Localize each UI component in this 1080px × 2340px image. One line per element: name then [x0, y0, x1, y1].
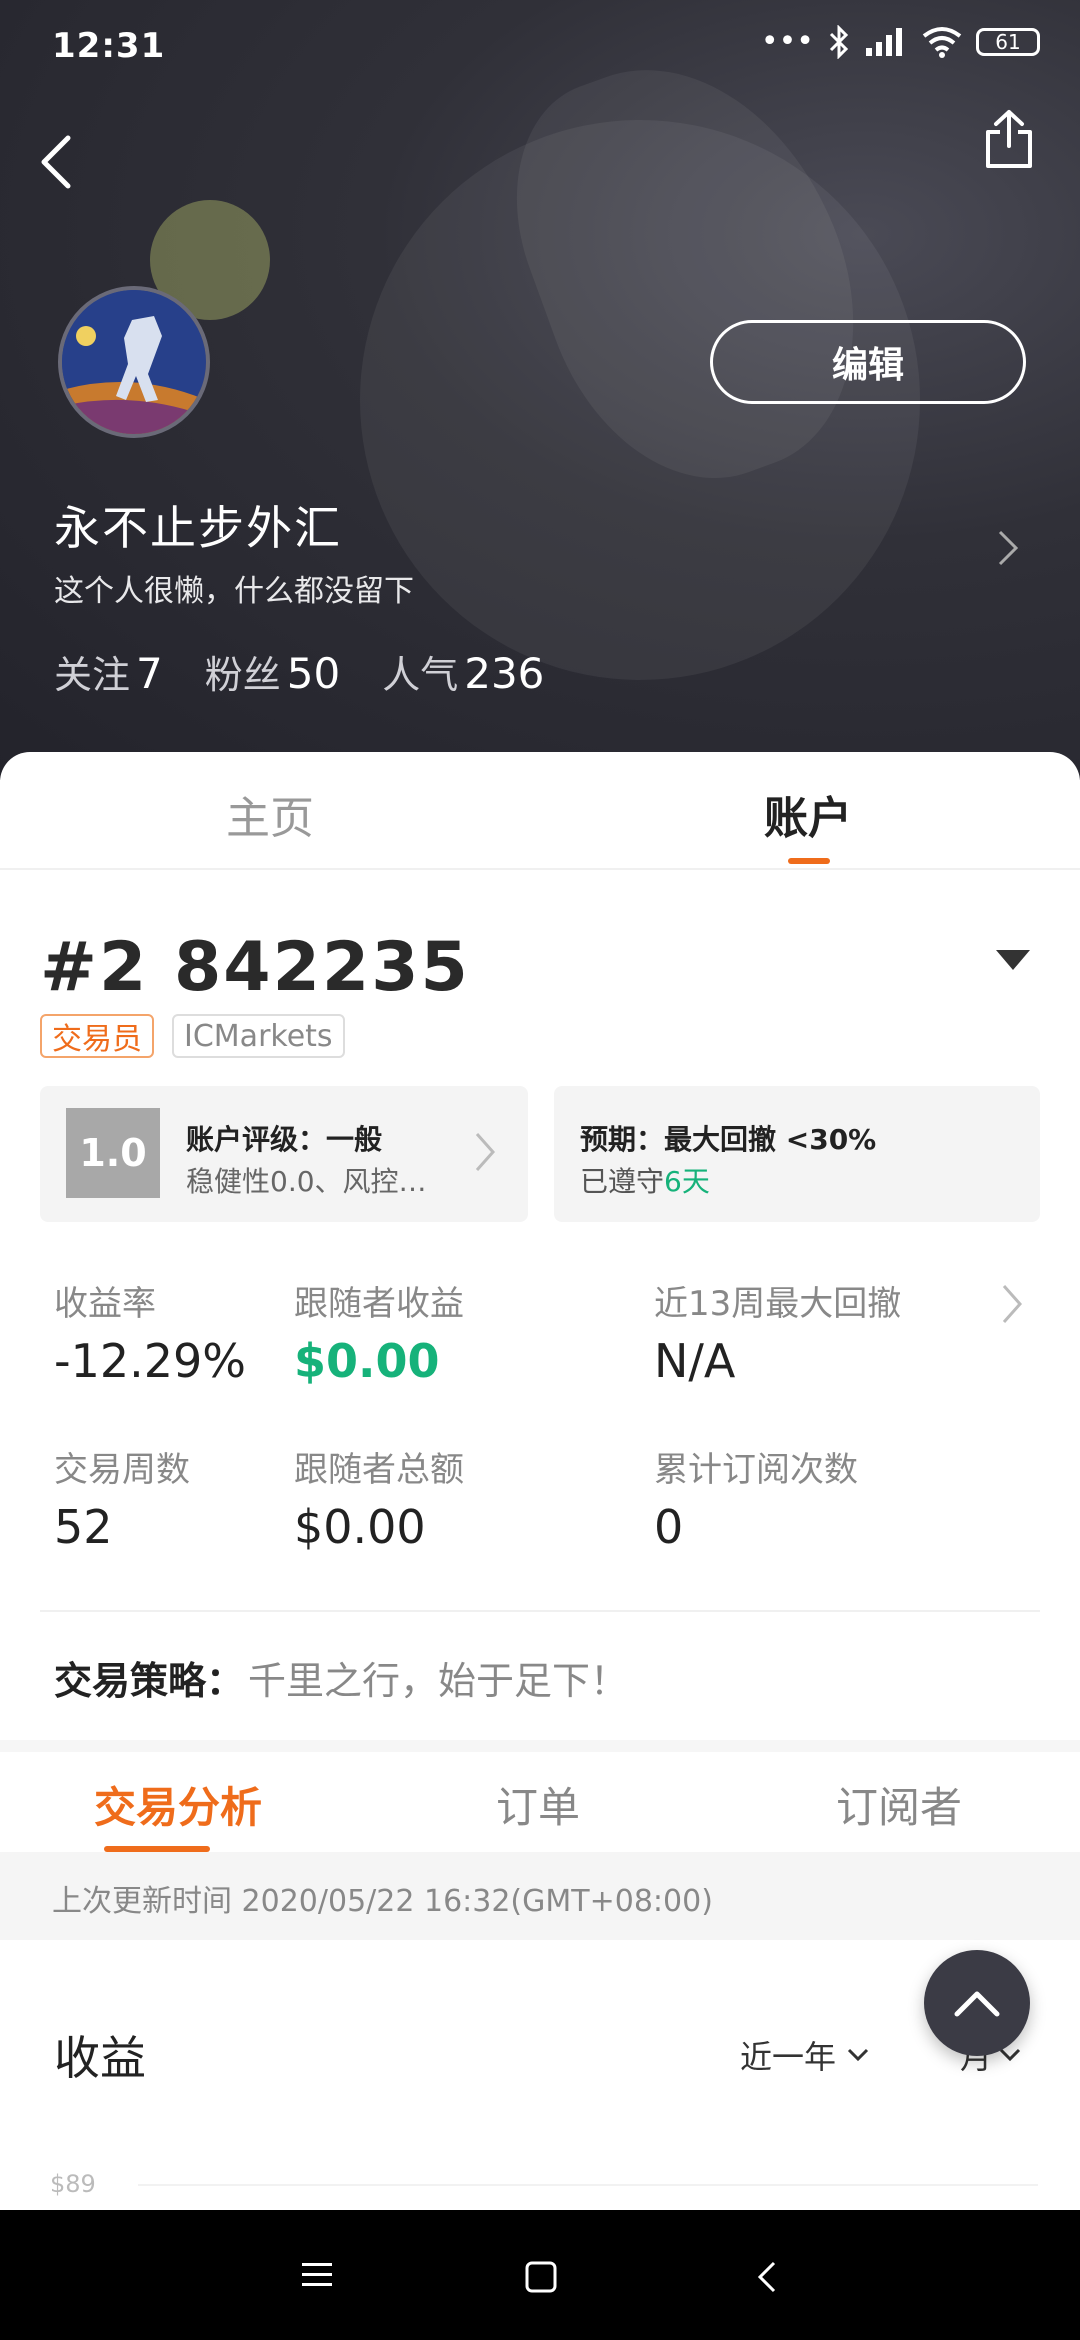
- metric-label-trading-weeks: 交易周数: [54, 1450, 190, 1490]
- chart-y-tick: $89: [50, 2170, 96, 2198]
- stat-label: 关注: [54, 653, 131, 697]
- chevron-down-icon: [847, 2048, 869, 2062]
- metric-value-trading-weeks: 52: [54, 1500, 113, 1554]
- nav-home-button[interactable]: [524, 2260, 558, 2298]
- profile-stats: 关注 7 粉丝 50 人气 236: [54, 644, 544, 699]
- profile-detail-chevron-icon[interactable]: [996, 528, 1020, 572]
- share-button[interactable]: [982, 108, 1036, 174]
- rating-title: 账户评级：一般: [186, 1123, 383, 1156]
- stat-followers[interactable]: 粉丝 50: [205, 644, 340, 699]
- expectation-status: 已遵守6天: [580, 1160, 710, 1200]
- period-selector[interactable]: 近一年: [740, 2032, 870, 2078]
- strategy-value: 千里之行，始于足下！: [248, 1659, 629, 1703]
- bluetooth-icon: [829, 24, 849, 59]
- scroll-to-top-button[interactable]: [924, 1950, 1030, 2056]
- signal-icon: [866, 27, 902, 56]
- rating-score: 1.0: [66, 1108, 160, 1198]
- main-tab-bar: 主页 账户: [0, 752, 1080, 870]
- rating-detail: 稳健性0.0、风控…: [186, 1165, 427, 1198]
- avatar[interactable]: [58, 286, 210, 438]
- metric-value-follower-profit: $0.00: [294, 1334, 440, 1388]
- metric-label-follower-total: 跟随者总额: [294, 1450, 464, 1490]
- metric-value-subscriptions: 0: [654, 1500, 684, 1554]
- nav-back-button[interactable]: [756, 2260, 778, 2298]
- expectation-prefix: 已遵守: [580, 1165, 665, 1198]
- stat-value: 50: [286, 649, 341, 698]
- section-separator: [0, 1740, 1080, 1752]
- tab-subscribers[interactable]: 订阅者: [836, 1774, 962, 1835]
- stat-label: 人气: [382, 653, 459, 697]
- divider: [40, 1610, 1040, 1612]
- content-card: 主页 账户 #2 842235 交易员 ICMarkets 1.0 账户评级：一…: [0, 752, 1080, 2212]
- earnings-title: 收益: [54, 2031, 146, 2085]
- metrics-chevron-right-icon[interactable]: [1000, 1282, 1024, 1330]
- account-dropdown-icon[interactable]: [996, 950, 1030, 970]
- stat-value: 236: [464, 649, 545, 698]
- metric-label-follower-profit: 跟随者收益: [294, 1284, 464, 1324]
- expectation-card: 预期：最大回撤 <30% 已遵守6天: [554, 1086, 1040, 1222]
- tab-trade-analysis[interactable]: 交易分析: [94, 1774, 262, 1835]
- stat-label: 粉丝: [204, 653, 281, 697]
- metric-value-follower-total: $0.00: [294, 1500, 426, 1554]
- nav-menu-button[interactable]: [300, 2260, 334, 2294]
- metric-label-max-drawdown: 近13周最大回撤: [654, 1284, 902, 1324]
- metric-label-subscriptions: 累计订阅次数: [654, 1450, 858, 1490]
- metric-label-return: 收益率: [54, 1284, 156, 1324]
- strategy-label: 交易策略：: [54, 1659, 245, 1703]
- wifi-icon: [922, 26, 962, 58]
- chevron-right-icon: [474, 1130, 496, 1178]
- last-update-text: 上次更新时间 2020/05/22 16:32(GMT+08:00): [52, 1884, 713, 1919]
- status-time: 12:31: [52, 26, 166, 66]
- back-arrow-icon: [41, 135, 71, 189]
- account-rating-card[interactable]: 1.0 账户评级：一般 稳健性0.0、风控…: [40, 1086, 528, 1222]
- stat-popularity: 人气 236: [382, 644, 544, 699]
- chart-grid-line: [138, 2184, 1038, 2186]
- trading-strategy: 交易策略： 千里之行，始于足下！: [54, 1650, 628, 1705]
- share-icon: [986, 110, 1032, 168]
- tab-orders[interactable]: 订单: [496, 1774, 580, 1835]
- status-icons: ••• 61: [761, 24, 1040, 59]
- metric-value-max-drawdown: N/A: [654, 1334, 736, 1388]
- back-triangle-icon: [757, 2261, 776, 2293]
- edit-profile-button[interactable]: 编辑: [710, 320, 1026, 404]
- expectation-title: 预期：最大回撤 <30%: [580, 1123, 877, 1156]
- account-number: #2 842235: [40, 928, 470, 1007]
- profile-bio: 这个人很懒，什么都没留下: [54, 574, 414, 609]
- expectation-days: 6天: [664, 1165, 710, 1198]
- stat-value: 7: [136, 649, 163, 698]
- battery-icon: 61: [976, 27, 1040, 56]
- chevron-up-icon: [954, 1991, 1000, 2017]
- period-value: 近一年: [740, 2038, 837, 2076]
- status-bar: 12:31 ••• 61: [0, 0, 1080, 96]
- system-navigation-bar: [0, 2210, 1080, 2340]
- profile-name: 永不止步外汇: [54, 501, 342, 555]
- trader-badge: 交易员: [40, 1014, 154, 1058]
- battery-level: 61: [995, 29, 1021, 54]
- metric-value-return: -12.29%: [54, 1334, 246, 1388]
- menu-icon: [302, 2263, 332, 2286]
- avatar-image: [62, 290, 206, 434]
- home-square-icon: [525, 2261, 557, 2293]
- tab-home[interactable]: 主页: [226, 782, 314, 846]
- active-tab-indicator: [788, 858, 830, 864]
- broker-badge: ICMarkets: [172, 1014, 345, 1058]
- stat-following[interactable]: 关注 7: [54, 644, 163, 699]
- more-dots-icon: •••: [760, 24, 814, 59]
- last-update-bar: 上次更新时间 2020/05/22 16:32(GMT+08:00): [0, 1852, 1080, 1940]
- back-button[interactable]: [36, 134, 76, 194]
- tab-account[interactable]: 账户: [764, 782, 852, 846]
